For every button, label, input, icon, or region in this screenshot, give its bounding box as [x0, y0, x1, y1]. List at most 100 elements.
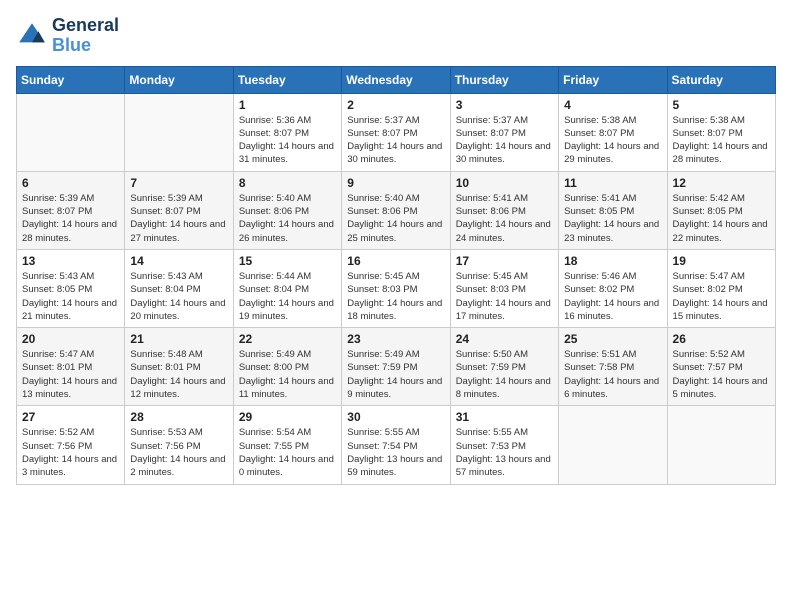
calendar-cell: 8Sunrise: 5:40 AM Sunset: 8:06 PM Daylig… [233, 171, 341, 249]
weekday-header-saturday: Saturday [667, 66, 775, 93]
day-info: Sunrise: 5:43 AM Sunset: 8:05 PM Dayligh… [22, 270, 119, 323]
day-info: Sunrise: 5:39 AM Sunset: 8:07 PM Dayligh… [130, 192, 227, 245]
day-info: Sunrise: 5:43 AM Sunset: 8:04 PM Dayligh… [130, 270, 227, 323]
day-number: 17 [456, 254, 553, 268]
day-number: 4 [564, 98, 661, 112]
day-number: 13 [22, 254, 119, 268]
day-info: Sunrise: 5:50 AM Sunset: 7:59 PM Dayligh… [456, 348, 553, 401]
weekday-header-wednesday: Wednesday [342, 66, 450, 93]
day-number: 2 [347, 98, 444, 112]
calendar-cell: 25 Sunrise: 5:51 AM Sunset: 7:58 PM Dayli… [559, 328, 667, 406]
day-info: Sunrise: 5:41 AM Sunset: 8:05 PM Dayligh… [564, 192, 661, 245]
calendar-cell [17, 93, 125, 171]
calendar-body: 1 Sunrise: 5:36 AM Sunset: 8:07 PM Daylig… [17, 93, 776, 484]
day-info: Sunrise: 5:41 AM Sunset: 8:06 PM Dayligh… [456, 192, 553, 245]
weekday-header-friday: Friday [559, 66, 667, 93]
calendar-cell: 20 Sunrise: 5:47 AM Sunset: 8:01 PM Dayli… [17, 328, 125, 406]
day-number: 26 [673, 332, 770, 346]
day-info: Sunrise: 5:44 AM Sunset: 8:04 PM Dayligh… [239, 270, 336, 323]
weekday-header-sunday: Sunday [17, 66, 125, 93]
day-number: 10 [456, 176, 553, 190]
calendar: SundayMondayTuesdayWednesdayThursdayFrid… [16, 66, 776, 485]
day-number: 11 [564, 176, 661, 190]
calendar-cell: 13 Sunrise: 5:43 AM Sunset: 8:05 PM Dayli… [17, 249, 125, 327]
calendar-week-1: 1 Sunrise: 5:36 AM Sunset: 8:07 PM Daylig… [17, 93, 776, 171]
calendar-cell: 31 Sunrise: 5:55 AM Sunset: 7:53 PM Dayli… [450, 406, 558, 484]
day-info: Sunrise: 5:42 AM Sunset: 8:05 PM Dayligh… [673, 192, 770, 245]
calendar-week-5: 27 Sunrise: 5:52 AM Sunset: 7:56 PM Dayli… [17, 406, 776, 484]
calendar-cell: 3Sunrise: 5:37 AM Sunset: 8:07 PM Daylig… [450, 93, 558, 171]
day-number: 1 [239, 98, 336, 112]
calendar-cell: 14 Sunrise: 5:43 AM Sunset: 8:04 PM Dayli… [125, 249, 233, 327]
day-info: Sunrise: 5:47 AM Sunset: 8:02 PM Dayligh… [673, 270, 770, 323]
day-number: 9 [347, 176, 444, 190]
calendar-cell: 22 Sunrise: 5:49 AM Sunset: 8:00 PM Dayli… [233, 328, 341, 406]
day-number: 28 [130, 410, 227, 424]
day-number: 3 [456, 98, 553, 112]
day-info: Sunrise: 5:53 AM Sunset: 7:56 PM Dayligh… [130, 426, 227, 479]
day-number: 7 [130, 176, 227, 190]
day-number: 29 [239, 410, 336, 424]
calendar-cell [667, 406, 775, 484]
day-number: 14 [130, 254, 227, 268]
day-number: 5 [673, 98, 770, 112]
calendar-cell: 4 Sunrise: 5:38 AM Sunset: 8:07 PM Daylig… [559, 93, 667, 171]
calendar-cell: 18Sunrise: 5:46 AM Sunset: 8:02 PM Dayli… [559, 249, 667, 327]
day-number: 30 [347, 410, 444, 424]
calendar-cell: 9 Sunrise: 5:40 AM Sunset: 8:06 PM Daylig… [342, 171, 450, 249]
day-number: 6 [22, 176, 119, 190]
day-info: Sunrise: 5:36 AM Sunset: 8:07 PM Dayligh… [239, 114, 336, 167]
day-info: Sunrise: 5:49 AM Sunset: 8:00 PM Dayligh… [239, 348, 336, 401]
day-number: 22 [239, 332, 336, 346]
calendar-cell: 12 Sunrise: 5:42 AM Sunset: 8:05 PM Dayli… [667, 171, 775, 249]
calendar-cell: 26 Sunrise: 5:52 AM Sunset: 7:57 PM Dayli… [667, 328, 775, 406]
day-number: 16 [347, 254, 444, 268]
day-number: 31 [456, 410, 553, 424]
calendar-cell: 23Sunrise: 5:49 AM Sunset: 7:59 PM Dayli… [342, 328, 450, 406]
day-info: Sunrise: 5:52 AM Sunset: 7:56 PM Dayligh… [22, 426, 119, 479]
calendar-cell: 29 Sunrise: 5:54 AM Sunset: 7:55 PM Dayli… [233, 406, 341, 484]
day-info: Sunrise: 5:38 AM Sunset: 8:07 PM Dayligh… [564, 114, 661, 167]
day-number: 20 [22, 332, 119, 346]
calendar-cell: 1 Sunrise: 5:36 AM Sunset: 8:07 PM Daylig… [233, 93, 341, 171]
day-number: 21 [130, 332, 227, 346]
calendar-cell: 5Sunrise: 5:38 AM Sunset: 8:07 PM Daylig… [667, 93, 775, 171]
day-info: Sunrise: 5:54 AM Sunset: 7:55 PM Dayligh… [239, 426, 336, 479]
calendar-cell: 17 Sunrise: 5:45 AM Sunset: 8:03 PM Dayli… [450, 249, 558, 327]
calendar-cell [559, 406, 667, 484]
day-info: Sunrise: 5:40 AM Sunset: 8:06 PM Dayligh… [347, 192, 444, 245]
calendar-week-4: 20 Sunrise: 5:47 AM Sunset: 8:01 PM Dayli… [17, 328, 776, 406]
weekday-header-row: SundayMondayTuesdayWednesdayThursdayFrid… [17, 66, 776, 93]
logo: General Blue [16, 16, 119, 56]
calendar-cell: 30Sunrise: 5:55 AM Sunset: 7:54 PM Dayli… [342, 406, 450, 484]
calendar-cell: 27 Sunrise: 5:52 AM Sunset: 7:56 PM Dayli… [17, 406, 125, 484]
page-header: General Blue [16, 16, 776, 56]
day-info: Sunrise: 5:40 AM Sunset: 8:06 PM Dayligh… [239, 192, 336, 245]
weekday-header-tuesday: Tuesday [233, 66, 341, 93]
day-number: 18 [564, 254, 661, 268]
day-number: 27 [22, 410, 119, 424]
day-number: 15 [239, 254, 336, 268]
weekday-header-monday: Monday [125, 66, 233, 93]
day-number: 25 [564, 332, 661, 346]
day-number: 12 [673, 176, 770, 190]
calendar-cell: 10 Sunrise: 5:41 AM Sunset: 8:06 PM Dayli… [450, 171, 558, 249]
day-number: 19 [673, 254, 770, 268]
calendar-cell: 19 Sunrise: 5:47 AM Sunset: 8:02 PM Dayli… [667, 249, 775, 327]
day-info: Sunrise: 5:49 AM Sunset: 7:59 PM Dayligh… [347, 348, 444, 401]
day-info: Sunrise: 5:48 AM Sunset: 8:01 PM Dayligh… [130, 348, 227, 401]
logo-text: General Blue [52, 16, 119, 56]
day-info: Sunrise: 5:45 AM Sunset: 8:03 PM Dayligh… [456, 270, 553, 323]
day-info: Sunrise: 5:45 AM Sunset: 8:03 PM Dayligh… [347, 270, 444, 323]
weekday-header-thursday: Thursday [450, 66, 558, 93]
logo-icon [16, 20, 48, 52]
day-info: Sunrise: 5:47 AM Sunset: 8:01 PM Dayligh… [22, 348, 119, 401]
day-info: Sunrise: 5:51 AM Sunset: 7:58 PM Dayligh… [564, 348, 661, 401]
day-number: 24 [456, 332, 553, 346]
day-info: Sunrise: 5:52 AM Sunset: 7:57 PM Dayligh… [673, 348, 770, 401]
calendar-cell: 28 Sunrise: 5:53 AM Sunset: 7:56 PM Dayli… [125, 406, 233, 484]
calendar-cell: 7 Sunrise: 5:39 AM Sunset: 8:07 PM Daylig… [125, 171, 233, 249]
day-info: Sunrise: 5:55 AM Sunset: 7:53 PM Dayligh… [456, 426, 553, 479]
calendar-week-2: 6 Sunrise: 5:39 AM Sunset: 8:07 PM Daylig… [17, 171, 776, 249]
calendar-cell: 15 Sunrise: 5:44 AM Sunset: 8:04 PM Dayli… [233, 249, 341, 327]
